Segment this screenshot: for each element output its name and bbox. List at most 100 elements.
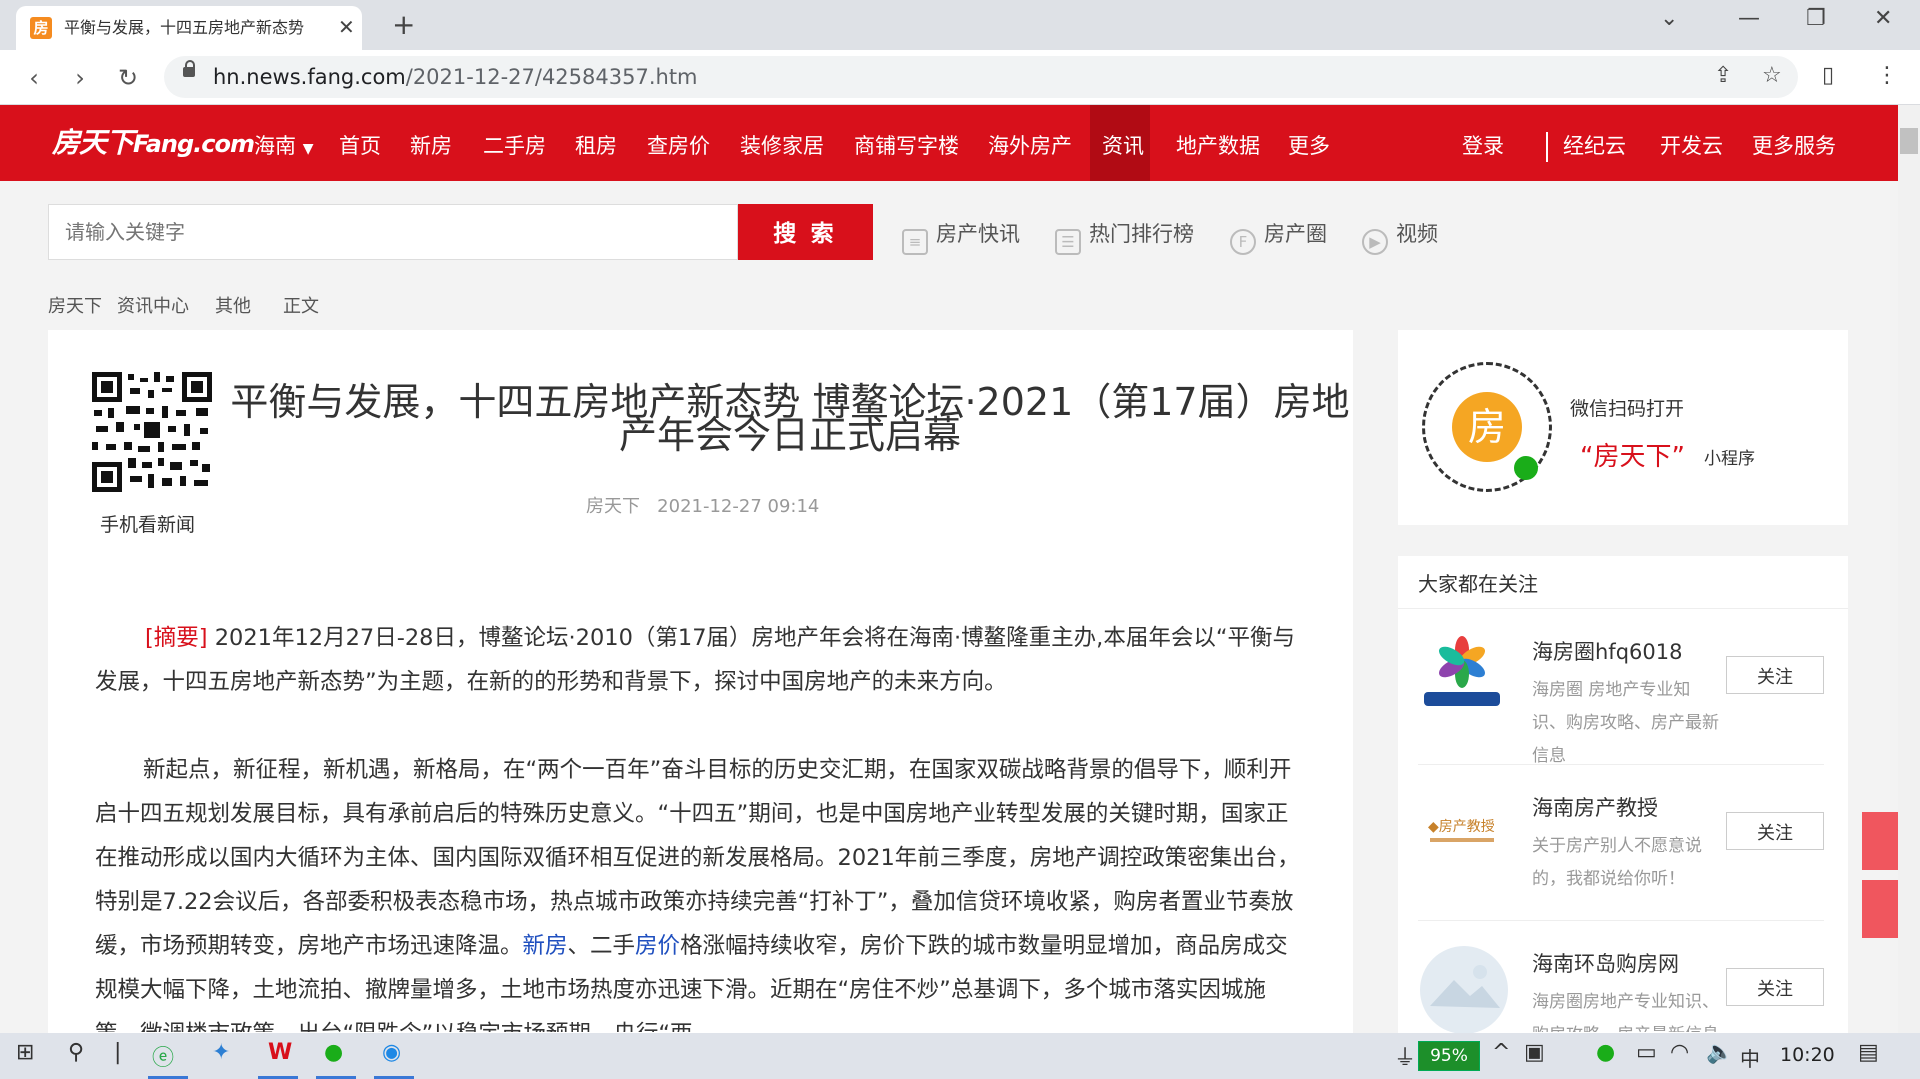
divider xyxy=(1418,920,1824,921)
nav-item-price[interactable]: 查房价 xyxy=(647,131,710,161)
login-link[interactable]: 登录 xyxy=(1462,131,1504,161)
browser-e-icon[interactable]: ⓔ xyxy=(152,1040,174,1072)
agent-cloud-link[interactable]: 经纪云 xyxy=(1563,131,1626,161)
follow-button[interactable]: 关注 xyxy=(1726,656,1824,694)
breadcrumb-other[interactable]: 其他 xyxy=(215,292,251,318)
nav-item-rent[interactable]: 租房 xyxy=(575,131,617,161)
follow-button[interactable]: 关注 xyxy=(1726,812,1824,850)
share-icon[interactable]: ⇪ xyxy=(1714,63,1732,88)
follow-card-title: 大家都在关注 xyxy=(1418,572,1538,596)
new-tab-icon[interactable]: + xyxy=(392,8,415,41)
lock-icon[interactable] xyxy=(183,60,195,77)
nav-item-news[interactable]: 资讯 xyxy=(1102,131,1144,161)
play-icon: ▶ xyxy=(1362,229,1388,255)
quick-link-label: 视频 xyxy=(1396,222,1438,246)
breadcrumb-home[interactable]: 房天下 xyxy=(48,292,102,318)
ime-indicator[interactable]: 中 xyxy=(1740,1043,1760,1072)
quick-link-label: 房产圈 xyxy=(1264,222,1327,246)
windows-start-icon[interactable]: ⊞ xyxy=(16,1040,34,1065)
wechat-tray-icon[interactable]: ● xyxy=(1596,1040,1615,1065)
caret-down-icon: ▼ xyxy=(302,141,314,157)
bookmark-star-icon[interactable]: ☆ xyxy=(1762,63,1782,88)
search-button[interactable]: 搜 索 xyxy=(738,204,873,260)
price-link[interactable]: 房价 xyxy=(635,933,680,959)
logo-suffix: Fang.com xyxy=(133,130,255,158)
more-services-link[interactable]: 更多服务 xyxy=(1752,131,1836,161)
feedback-edit-icon[interactable] xyxy=(1862,812,1898,870)
follow-name[interactable]: 海南房产教授 xyxy=(1532,792,1658,822)
quick-link-ranking[interactable]: ☰ 热门排行榜 xyxy=(1055,218,1194,255)
battery-tray-icon[interactable]: ▭ xyxy=(1636,1040,1657,1065)
para-text-b: 、二手 xyxy=(567,933,636,959)
developer-cloud-link[interactable]: 开发云 xyxy=(1660,131,1723,161)
breadcrumb-news-center[interactable]: 资讯中心 xyxy=(117,292,189,318)
chrome-browser-icon[interactable]: ◉ xyxy=(382,1040,401,1065)
close-tab-icon[interactable]: ✕ xyxy=(338,15,355,39)
wechat-icon[interactable]: ● xyxy=(324,1040,343,1065)
mini-program-name: “房天下” xyxy=(1580,442,1685,472)
battery-indicator[interactable]: 95% xyxy=(1418,1041,1480,1071)
notification-icon[interactable]: ▤ xyxy=(1858,1040,1879,1065)
follow-button[interactable]: 关注 xyxy=(1726,968,1824,1006)
qr-code-icon xyxy=(92,372,212,492)
site-logo[interactable]: 房天下Fang.com xyxy=(52,121,255,161)
nav-item-data[interactable]: 地产数据 xyxy=(1176,131,1260,161)
menu-dots-icon[interactable]: ⋮ xyxy=(1876,63,1898,88)
wifi-icon[interactable]: ◠ xyxy=(1670,1040,1689,1065)
article-paragraph: 新起点，新征程，新机遇，新格局，在“两个一百年”奋斗目标的历史交汇期，在国家双碳… xyxy=(95,748,1305,1032)
browser-tab[interactable]: 房 平衡与发展，十四五房地产新态势 ✕ xyxy=(16,6,362,50)
nav-item-second-hand[interactable]: 二手房 xyxy=(483,131,546,161)
power-plug-icon[interactable]: ⏚ xyxy=(1394,1040,1416,1072)
page-scrollbar[interactable] xyxy=(1898,105,1920,1033)
tab-search-icon[interactable]: ⌄ xyxy=(1660,6,1678,31)
forward-icon[interactable]: › xyxy=(60,58,100,98)
volume-icon[interactable]: 🔈 xyxy=(1706,1040,1733,1065)
nav-item-decor[interactable]: 装修家居 xyxy=(740,131,824,161)
follow-name[interactable]: 海南环岛购房网 xyxy=(1532,948,1679,978)
chevron-up-icon[interactable]: ^ xyxy=(1492,1040,1510,1065)
follow-desc: 关于房产别人不愿意说的，我都说给你听！ xyxy=(1532,836,1702,889)
tray-app-icon[interactable]: ▣ xyxy=(1524,1040,1545,1065)
news-list-icon: ≡ xyxy=(902,229,928,255)
task-view-icon[interactable]: | xyxy=(114,1040,121,1065)
side-panel-icon[interactable]: ▯ xyxy=(1822,63,1834,88)
restore-icon[interactable]: ❐ xyxy=(1806,6,1826,31)
reload-icon[interactable]: ↻ xyxy=(108,58,148,98)
feishu-icon[interactable]: ✦ xyxy=(212,1040,230,1065)
wps-icon[interactable]: W xyxy=(268,1040,292,1065)
new-home-link[interactable]: 新房 xyxy=(523,933,568,959)
nav-item-commercial[interactable]: 商铺写字楼 xyxy=(854,131,959,161)
fang-favicon-icon: 房 xyxy=(30,17,52,39)
minimize-icon[interactable]: — xyxy=(1738,6,1760,31)
ranking-icon: ☰ xyxy=(1055,229,1081,255)
nav-item-more[interactable]: 更多 xyxy=(1288,131,1330,161)
search-input[interactable] xyxy=(48,204,738,260)
article-meta: 房天下 2021-12-27 09:14 xyxy=(586,492,819,518)
abstract-tag: [摘要] xyxy=(145,625,208,651)
mini-program-suffix: 小程序 xyxy=(1704,449,1755,469)
quick-link-label: 热门排行榜 xyxy=(1089,222,1194,246)
scrollbar-thumb[interactable] xyxy=(1900,128,1918,154)
quick-link-flash[interactable]: ≡ 房产快讯 xyxy=(902,218,1020,255)
quick-link-circle[interactable]: F 房产圈 xyxy=(1230,218,1327,255)
quick-link-video[interactable]: ▶ 视频 xyxy=(1362,218,1438,255)
city-selector[interactable]: 海南 ▼ xyxy=(254,131,313,164)
url-path: /2021-12-27/42584357.htm xyxy=(405,65,698,89)
back-to-top-icon[interactable] xyxy=(1862,880,1898,938)
nav-item-new-home[interactable]: 新房 xyxy=(410,131,452,161)
nav-item-home[interactable]: 首页 xyxy=(339,131,381,161)
search-icon[interactable]: ⚲ xyxy=(68,1040,84,1065)
breadcrumb-current: 正文 xyxy=(283,296,319,317)
url-text[interactable]: hn.news.fang.com/2021-12-27/42584357.htm xyxy=(213,64,698,90)
tab-title: 平衡与发展，十四五房地产新态势 xyxy=(64,18,305,37)
follow-name[interactable]: 海房圈hfq6018 xyxy=(1532,636,1682,666)
follow-desc: 海房圈 房地产专业知识、购房攻略、房产最新信息 xyxy=(1532,680,1719,766)
article-source: 房天下 xyxy=(586,496,640,517)
professor-logo-icon: ◆房产教授 xyxy=(1426,814,1498,842)
taskbar-clock[interactable]: 10:20 xyxy=(1780,1044,1835,1066)
nav-item-overseas[interactable]: 海外房产 xyxy=(988,131,1072,161)
article-title: 平衡与发展，十四五房地产新态势 博鳌论坛·2021（第17届）房地产年会今日正式… xyxy=(230,380,1350,457)
close-window-icon[interactable]: ✕ xyxy=(1874,6,1892,31)
back-icon[interactable]: ‹ xyxy=(14,58,54,98)
hfq-logo-icon xyxy=(1424,636,1500,706)
